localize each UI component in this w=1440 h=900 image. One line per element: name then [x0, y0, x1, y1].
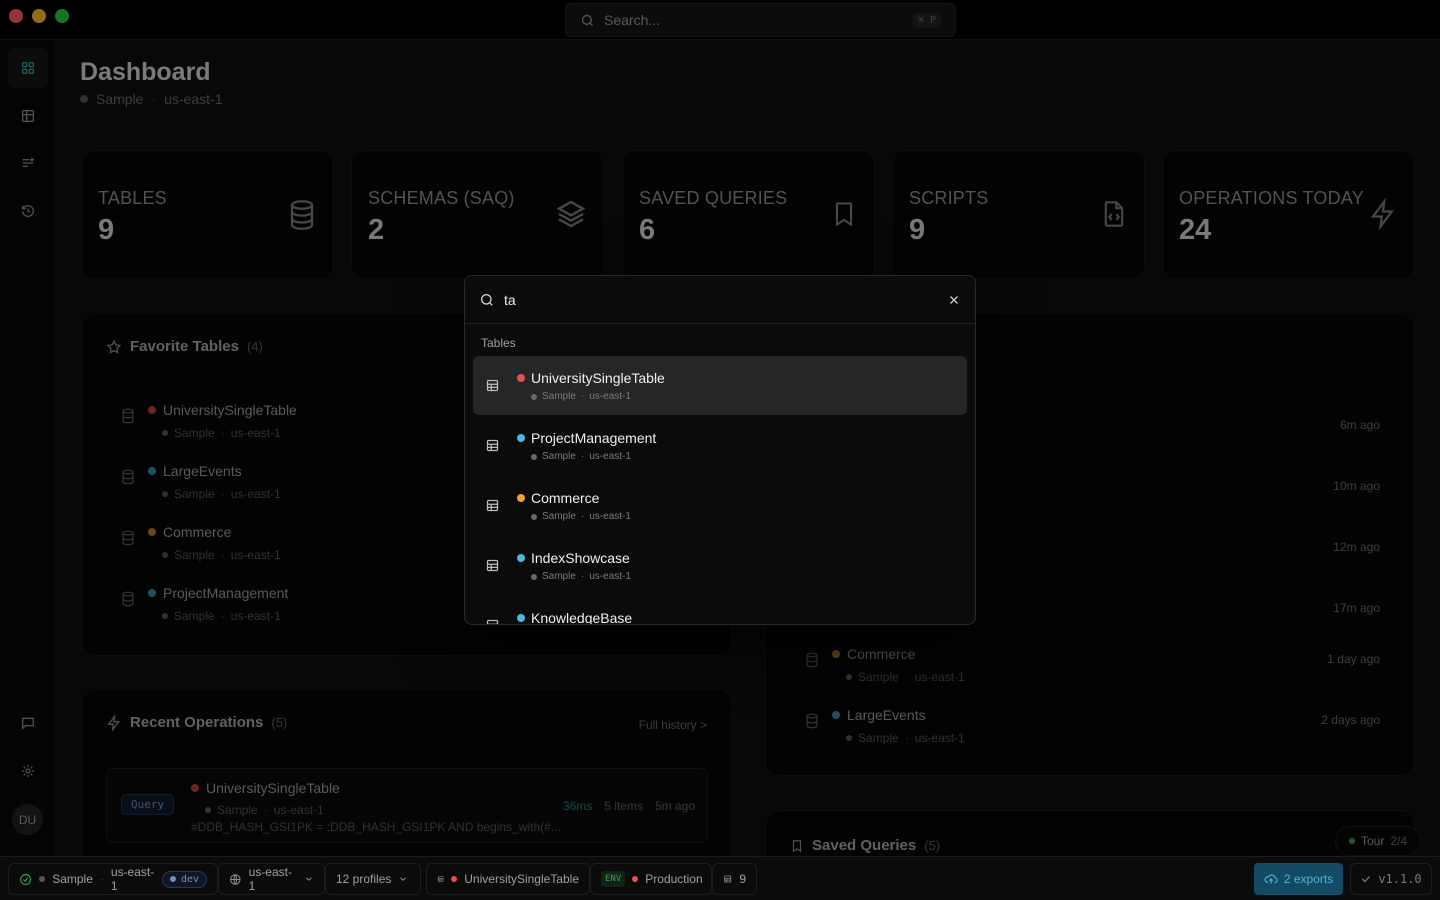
result-connection: Sample [542, 451, 576, 462]
table-count-value: 9 [739, 872, 746, 886]
table-color-dot [517, 434, 525, 442]
region-select[interactable]: us-east-1 [218, 863, 325, 895]
table-icon [486, 439, 499, 452]
status-connection: Sample [52, 872, 93, 886]
profiles-select[interactable]: 12 profiles [325, 863, 421, 895]
palette-search-field[interactable]: ta [465, 276, 975, 324]
result-region: us-east-1 [589, 451, 631, 462]
status-region: us-east-1 [110, 865, 155, 893]
version-label: v1.1.0 [1378, 872, 1422, 886]
close-icon[interactable] [947, 293, 961, 307]
result-name: Commerce [531, 490, 600, 506]
check-circle-icon [20, 873, 32, 885]
table-icon [486, 499, 499, 512]
palette-result-item[interactable]: ProjectManagement Sample · us-east-1 [473, 416, 967, 475]
table-color-dot [517, 374, 525, 382]
command-palette: ta Tables UniversitySingleTable Sample · u… [464, 275, 976, 625]
palette-group-label: Tables [481, 336, 516, 350]
table-icon [437, 876, 444, 882]
result-region: us-east-1 [589, 511, 631, 522]
active-table[interactable]: UniversitySingleTable [426, 863, 590, 895]
result-name: IndexShowcase [531, 550, 630, 566]
result-region: us-east-1 [589, 571, 631, 582]
env-tag: ENV [601, 871, 626, 887]
result-name: UniversitySingleTable [531, 370, 665, 386]
palette-search-query[interactable]: ta [504, 292, 938, 308]
result-name: ProjectManagement [531, 430, 657, 446]
region-select-value: us-east-1 [248, 865, 292, 893]
search-icon [481, 293, 493, 306]
table-icon [486, 559, 499, 572]
environment-indicator[interactable]: ENV Production [590, 863, 712, 895]
exports-button[interactable]: 2 exports [1254, 863, 1343, 895]
table-count[interactable]: 9 [712, 863, 757, 895]
chevron-down-icon [306, 877, 312, 881]
result-name: KnowledgeBase [531, 610, 633, 625]
palette-result-item[interactable]: UniversitySingleTable Sample · us-east-1 [473, 356, 967, 415]
table-icon [486, 379, 499, 392]
profiles-count: 12 profiles [336, 872, 392, 886]
palette-result-item[interactable]: KnowledgeBase [473, 596, 967, 625]
table-color-dot [517, 554, 525, 562]
cloud-upload-icon [1264, 874, 1278, 884]
version-indicator[interactable]: v1.1.0 [1350, 863, 1432, 895]
result-connection: Sample [542, 571, 576, 582]
table-icon [486, 619, 499, 624]
result-region: us-east-1 [589, 391, 631, 402]
table-color-dot [517, 614, 525, 622]
active-table-name: UniversitySingleTable [464, 872, 579, 886]
table-color-dot [517, 494, 525, 502]
result-connection: Sample [542, 511, 576, 522]
environment-name: Production [645, 872, 703, 886]
env-badge: dev [161, 870, 207, 888]
globe-icon [230, 873, 241, 885]
palette-result-item[interactable]: Commerce Sample · us-east-1 [473, 476, 967, 535]
exports-label: 2 exports [1283, 872, 1334, 886]
connection-status[interactable]: Sample · us-east-1 dev [8, 863, 218, 895]
chevron-down-icon [400, 877, 407, 881]
palette-result-item[interactable]: IndexShowcase Sample · us-east-1 [473, 536, 967, 595]
status-bar: Sample · us-east-1 dev us-east-1 12 prof… [0, 856, 1440, 900]
table-icon [724, 875, 732, 883]
result-connection: Sample [542, 391, 576, 402]
check-icon [1362, 876, 1371, 883]
